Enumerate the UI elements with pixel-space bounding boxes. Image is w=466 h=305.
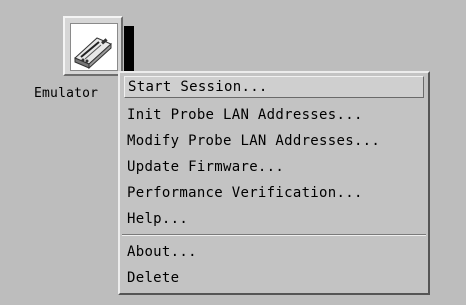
menu-item-delete[interactable]: Delete bbox=[124, 267, 424, 289]
context-menu: Start Session... Init Probe LAN Addresse… bbox=[118, 71, 430, 295]
menu-item-about[interactable]: About... bbox=[124, 241, 424, 263]
desktop: Emulator Start Session... Init Probe LAN… bbox=[0, 0, 466, 305]
menu-item-help[interactable]: Help... bbox=[124, 208, 424, 230]
menu-item-init-probe-lan-addresses[interactable]: Init Probe LAN Addresses... bbox=[124, 104, 424, 126]
menu-item-performance-verification[interactable]: Performance Verification... bbox=[124, 182, 424, 204]
menu-item-start-session[interactable]: Start Session... bbox=[124, 76, 424, 98]
emulator-probe-icon bbox=[70, 23, 118, 71]
icon-frame bbox=[63, 16, 123, 76]
menu-separator bbox=[122, 234, 426, 236]
menu-item-update-firmware[interactable]: Update Firmware... bbox=[124, 156, 424, 178]
menu-item-modify-probe-lan-addresses[interactable]: Modify Probe LAN Addresses... bbox=[124, 130, 424, 152]
emulator-icon-label[interactable]: Emulator bbox=[34, 86, 98, 101]
